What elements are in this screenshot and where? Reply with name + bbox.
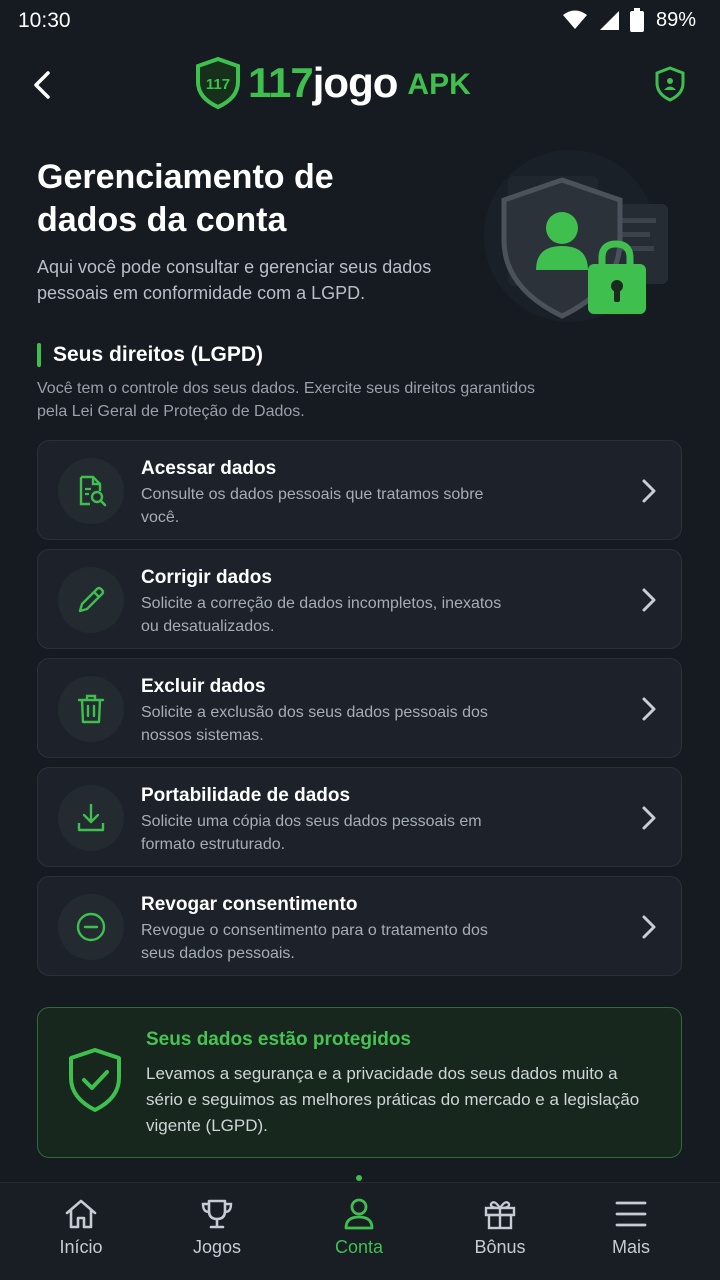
rights-list: Acessar dados Consulte os dados pessoais… <box>37 440 682 985</box>
right-card-revoke[interactable]: Revogar consentimento Revogue o consenti… <box>37 876 682 976</box>
shield-logo-icon: 117 <box>196 56 240 110</box>
right-description: Solicite uma cópia dos seus dados pessoa… <box>141 813 482 853</box>
protection-title: Seus dados estão protegidos <box>146 1029 411 1050</box>
bottom-navigation: Início Jogos Conta Bônus Mais <box>0 1175 720 1280</box>
right-icon-wrap <box>58 785 124 851</box>
user-icon <box>344 1198 374 1230</box>
back-button[interactable] <box>26 68 58 102</box>
chevron-right-icon <box>642 697 656 721</box>
signal-icon <box>599 11 619 30</box>
chevron-right-icon <box>642 588 656 612</box>
gift-icon <box>484 1201 516 1230</box>
security-illustration <box>478 148 678 328</box>
page-title: Gerenciamento de dados da conta <box>37 158 334 239</box>
logo-badge-number: 117 <box>206 76 230 93</box>
chevron-right-icon <box>642 806 656 830</box>
data-protected-notice: Seus dados estão protegidos Levamos a se… <box>37 1007 682 1158</box>
nav-label: Início <box>59 1237 103 1257</box>
nav-label: Jogos <box>192 1237 242 1257</box>
right-icon-wrap <box>58 676 124 742</box>
app-logo: 117 117jogo APK <box>194 56 471 110</box>
right-icon-wrap <box>58 894 124 960</box>
right-card-portability[interactable]: Portabilidade de dados Solicite uma cópi… <box>37 767 682 867</box>
rights-description: Você tem o controle dos seus dados. Exer… <box>37 380 536 420</box>
status-icons: 89% <box>562 8 696 32</box>
status-bar: 10:30 89% <box>0 0 720 44</box>
shield-user-icon <box>655 66 685 102</box>
right-icon-wrap <box>58 567 124 633</box>
nav-item-bonus[interactable]: Bônus <box>445 1197 555 1258</box>
right-title: Acessar dados <box>141 458 277 479</box>
chevron-right-icon <box>642 915 656 939</box>
status-time: 10:30 <box>18 9 71 32</box>
right-card-access[interactable]: Acessar dados Consulte os dados pessoais… <box>37 440 682 540</box>
menu-icon <box>615 1201 647 1227</box>
shield-check-icon <box>69 1048 121 1112</box>
document-search-icon <box>79 475 107 507</box>
right-title: Corrigir dados <box>141 567 272 588</box>
rights-section-heading: Seus direitos (LGPD) <box>37 343 263 367</box>
nav-item-inicio[interactable]: Início <box>26 1197 136 1258</box>
minus-circle-icon <box>76 912 106 942</box>
trophy-icon <box>201 1199 233 1229</box>
battery-percent: 89% <box>655 8 696 31</box>
wifi-icon <box>562 10 587 29</box>
nav-label: Conta <box>334 1237 384 1257</box>
right-description: Solicite a correção de dados incompletos… <box>141 595 502 635</box>
right-title: Excluir dados <box>141 676 266 697</box>
active-indicator-dot <box>356 1175 362 1181</box>
battery-icon <box>629 8 644 32</box>
right-description: Revogue o consentimento para o tratament… <box>141 922 488 962</box>
rights-title: Seus direitos (LGPD) <box>53 343 264 366</box>
chevron-left-icon <box>34 71 50 99</box>
download-icon <box>77 803 105 832</box>
right-description: Consulte os dados pessoais que tratamos … <box>141 486 484 526</box>
right-card-correct[interactable]: Corrigir dados Solicite a correção de da… <box>37 549 682 649</box>
section-accent-bar <box>37 343 41 367</box>
app-header: 117 117jogo APK <box>0 52 720 118</box>
logo-apk: APK <box>407 68 471 101</box>
nav-label: Mais <box>611 1237 650 1257</box>
page-description: Aqui você pode consultar e gerenciar seu… <box>37 257 432 303</box>
nav-label: Bônus <box>474 1237 526 1257</box>
chevron-right-icon <box>642 479 656 503</box>
logo-text: 117jogo <box>248 59 398 106</box>
trash-icon <box>77 694 105 724</box>
nav-item-conta[interactable]: Conta <box>304 1197 414 1258</box>
right-title: Portabilidade de dados <box>141 785 351 806</box>
pencil-icon <box>78 586 105 613</box>
right-icon-wrap <box>58 458 124 524</box>
right-card-delete[interactable]: Excluir dados Solicite a exclusão dos se… <box>37 658 682 758</box>
shield-lock-illustration-icon <box>484 150 668 322</box>
right-title: Revogar consentimento <box>141 894 358 915</box>
privacy-shield-button[interactable] <box>654 66 686 107</box>
home-icon <box>65 1199 97 1229</box>
right-description: Solicite a exclusão dos seus dados pesso… <box>141 704 488 744</box>
nav-item-mais[interactable]: Mais <box>576 1197 686 1258</box>
protection-description: Levamos a segurança e a privacidade dos … <box>146 1064 640 1135</box>
nav-item-jogos[interactable]: Jogos <box>162 1197 272 1258</box>
